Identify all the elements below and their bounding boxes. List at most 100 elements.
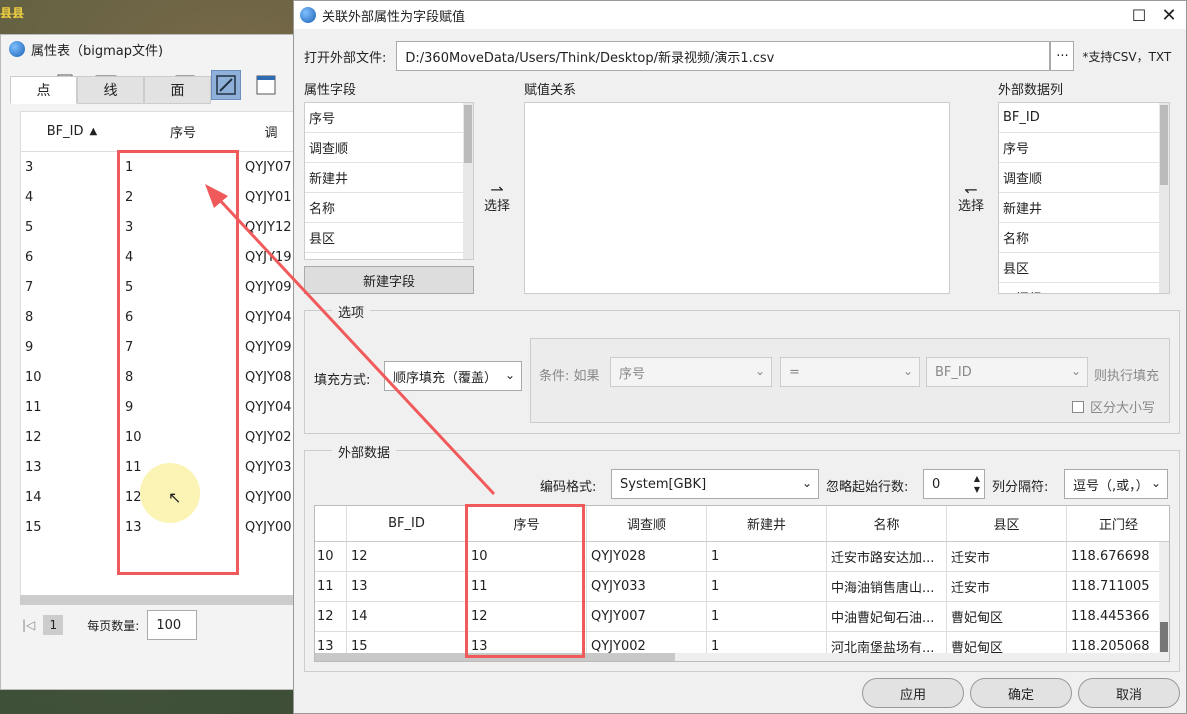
mapping-list[interactable]: [524, 102, 950, 294]
table-cell[interactable]: 3: [119, 212, 241, 242]
table-cell[interactable]: 12: [347, 542, 467, 571]
condition-ext-field-select[interactable]: BF_ID ⌄: [926, 357, 1088, 387]
ext-col-header[interactable]: 正门经: [1067, 506, 1169, 541]
table-cell[interactable]: 8: [119, 362, 241, 392]
table-cell[interactable]: 1: [119, 152, 241, 182]
table-cell[interactable]: QYJY00: [241, 512, 295, 542]
table-cell[interactable]: QYJY03: [241, 452, 295, 482]
close-icon[interactable]: ✕: [1154, 3, 1184, 27]
page-number[interactable]: 1: [43, 615, 64, 635]
table-cell[interactable]: QYJY04: [241, 302, 295, 332]
table-cell[interactable]: 14: [347, 602, 467, 631]
table-cell[interactable]: 6: [21, 242, 119, 272]
external-col-item[interactable]: 正门经: [999, 283, 1169, 293]
table-row[interactable]: 8 6 QYJY04: [21, 302, 295, 332]
page-size-input[interactable]: 100: [147, 610, 198, 640]
external-col-item[interactable]: 县区: [999, 253, 1169, 283]
ext-col-header[interactable]: BF_ID: [347, 506, 467, 541]
table-cell[interactable]: 4: [119, 242, 241, 272]
table-cell[interactable]: QYJY028: [587, 542, 707, 571]
attribute-table-hscrollbar[interactable]: [20, 595, 296, 605]
first-page-icon[interactable]: |◁: [22, 618, 35, 632]
attr-field-item[interactable]: 名称: [305, 193, 473, 223]
table-row[interactable]: 7 5 QYJY09: [21, 272, 295, 302]
table-cell[interactable]: QYJY12: [241, 212, 295, 242]
table-cell[interactable]: 118.711005: [1067, 572, 1169, 601]
attr-field-item[interactable]: 序号: [305, 103, 473, 133]
table-cell[interactable]: 118.676698: [1067, 542, 1169, 571]
checkbox-box[interactable]: [1072, 400, 1084, 413]
table-cell[interactable]: 12: [21, 422, 119, 452]
tab-point[interactable]: 点: [10, 76, 77, 104]
ext-col-header[interactable]: 名称: [827, 506, 947, 541]
skip-rows-spinner[interactable]: 0 ▲ ▼: [923, 469, 985, 499]
ext-col-header[interactable]: 县区: [947, 506, 1067, 541]
table-cell[interactable]: 13: [347, 572, 467, 601]
condition-operator-select[interactable]: = ⌄: [780, 357, 920, 387]
edit-geometry-icon[interactable]: [211, 70, 241, 100]
table-cell[interactable]: QYJY09: [241, 272, 295, 302]
attr-field-item[interactable]: 新建井: [305, 163, 473, 193]
encoding-select[interactable]: System[GBK] ⌄: [611, 469, 819, 499]
table-cell[interactable]: 4: [21, 182, 119, 212]
table-cell[interactable]: 迁安市路安达加...: [827, 542, 947, 571]
table-cell[interactable]: 9: [21, 332, 119, 362]
attr-fields-scrollbar[interactable]: [463, 103, 473, 259]
condition-field-select[interactable]: 序号 ⌄: [610, 357, 772, 387]
table-row[interactable]: 10 12 10 QYJY028 1 迁安市路安达加... 迁安市 118.676698: [315, 542, 1169, 572]
table-cell[interactable]: QYJY007: [587, 602, 707, 631]
table-cell[interactable]: 迁安市: [947, 542, 1067, 571]
external-col-item[interactable]: 调查顺: [999, 163, 1169, 193]
col-header-seq[interactable]: 序号: [119, 112, 241, 151]
table-cell[interactable]: 14: [21, 482, 119, 512]
separator-select[interactable]: 逗号（,或，） ⌄: [1064, 469, 1168, 499]
table-cell[interactable]: 15: [21, 512, 119, 542]
table-cell[interactable]: 10: [119, 422, 241, 452]
select-left-button[interactable]: ⇀ 选择: [484, 182, 510, 215]
maximize-icon[interactable]: ☐: [1124, 3, 1154, 27]
table-cell[interactable]: 7: [21, 272, 119, 302]
table-cell[interactable]: 13: [21, 452, 119, 482]
table-cell[interactable]: 8: [21, 302, 119, 332]
table-cell[interactable]: 10: [467, 542, 587, 571]
table-cell[interactable]: 中油曹妃甸石油...: [827, 602, 947, 631]
table-cell[interactable]: QYJY04: [241, 392, 295, 422]
table-cell[interactable]: 7: [119, 332, 241, 362]
apply-button[interactable]: 应用: [862, 678, 964, 708]
external-col-item[interactable]: 名称: [999, 223, 1169, 253]
table-view-icon[interactable]: [251, 70, 281, 100]
external-data-hscrollbar[interactable]: [315, 653, 1169, 661]
ext-col-header[interactable]: 调查顺: [587, 506, 707, 541]
tab-polygon[interactable]: 面: [144, 76, 211, 104]
table-row[interactable]: 11 9 QYJY04: [21, 392, 295, 422]
select-right-button[interactable]: ↽ 选择: [958, 182, 984, 215]
table-row[interactable]: 11 13 11 QYJY033 1 中海油销售唐山... 迁安市 118.711005: [315, 572, 1169, 602]
table-cell[interactable]: 5: [21, 212, 119, 242]
table-row[interactable]: 10 8 QYJY08: [21, 362, 295, 392]
table-cell[interactable]: QYJY02: [241, 422, 295, 452]
table-row[interactable]: 9 7 QYJY09: [21, 332, 295, 362]
attr-field-item[interactable]: 县区: [305, 223, 473, 253]
table-cell[interactable]: QYJY09: [241, 332, 295, 362]
table-cell[interactable]: 1: [707, 572, 827, 601]
table-cell[interactable]: 6: [119, 302, 241, 332]
table-cell[interactable]: QYJY01: [241, 182, 295, 212]
table-row[interactable]: 3 1 QYJY07: [21, 152, 295, 182]
new-field-button[interactable]: 新建字段: [304, 266, 474, 294]
table-cell[interactable]: 2: [119, 182, 241, 212]
table-cell[interactable]: 曹妃甸区: [947, 602, 1067, 631]
table-row[interactable]: 12 10 QYJY02: [21, 422, 295, 452]
table-cell[interactable]: QYJY033: [587, 572, 707, 601]
ok-button[interactable]: 确定: [970, 678, 1072, 708]
cancel-button[interactable]: 取消: [1078, 678, 1180, 708]
file-path-input[interactable]: D:/360MoveData/Users/Think/Desktop/新录视频/…: [396, 41, 1051, 71]
spinner-arrows-icon[interactable]: ▲ ▼: [974, 473, 980, 495]
table-cell[interactable]: 迁安市: [947, 572, 1067, 601]
table-cell[interactable]: 3: [21, 152, 119, 182]
table-cell[interactable]: 9: [119, 392, 241, 422]
col-header-bf-id[interactable]: BF_ID ▲: [21, 112, 119, 151]
tab-line[interactable]: 线: [77, 76, 144, 104]
table-cell[interactable]: QYJY08: [241, 362, 295, 392]
table-cell[interactable]: 12: [467, 602, 587, 631]
table-cell[interactable]: 中海油销售唐山...: [827, 572, 947, 601]
